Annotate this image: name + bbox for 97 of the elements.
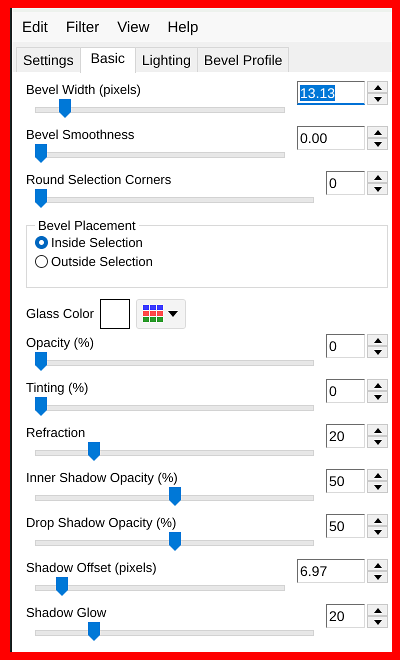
spin-down-button[interactable] [367,526,388,538]
up-arrow-icon [374,608,382,612]
slider-thumb[interactable] [35,352,47,371]
radio-label: Outside Selection [51,254,153,269]
menu-item[interactable]: Edit [22,18,48,36]
number-field[interactable]: 50 [326,514,365,538]
palette-dropdown[interactable] [136,299,186,329]
up-arrow-icon [374,382,382,388]
spin-down-button[interactable] [367,138,388,150]
slider-label: Inner Shadow Opacity (%) [26,469,179,487]
slider-label: Tinting (%) [26,379,90,397]
slider-thumb[interactable] [56,577,68,596]
slider-thumb[interactable] [35,189,47,208]
up-arrow-icon [374,472,382,478]
number-field[interactable]: 50 [326,469,365,493]
down-arrow-icon [374,530,382,534]
number-field[interactable]: 20 [326,424,365,448]
up-arrow-icon [374,174,382,180]
slider-label: Shadow Glow [26,604,108,622]
down-arrow-icon [374,394,382,400]
tab[interactable]: Bevel Profile [196,47,290,72]
group-title: Bevel Placement [37,218,137,233]
color-grid-icon [143,305,164,323]
spin-up-button[interactable] [367,379,388,391]
slider-thumb[interactable] [35,397,47,416]
spin-down-button[interactable] [367,616,388,628]
spin-down-button[interactable] [367,346,388,358]
up-arrow-icon [374,84,382,90]
up-arrow-icon [374,518,382,522]
slider-track[interactable] [35,360,314,366]
number-field[interactable]: 13.13 [297,81,365,105]
slider-track[interactable] [35,540,314,546]
tab[interactable]: Basic [80,47,136,73]
slider-label: Opacity (%) [26,334,95,352]
spin-down-button[interactable] [367,481,388,493]
radio-button[interactable] [35,236,48,249]
color-label: Glass Color [26,305,94,323]
down-arrow-icon [374,142,382,146]
up-arrow-icon [374,338,382,342]
slider-track[interactable] [35,495,314,501]
menu-item[interactable]: View [117,18,150,36]
spin-up-button[interactable] [367,126,388,138]
slider-track[interactable] [35,450,314,456]
number-field[interactable]: 0.00 [297,126,365,150]
spin-down-button[interactable] [367,571,388,583]
slider-label: Refraction [26,424,86,442]
slider-track[interactable] [35,405,314,411]
tab[interactable]: Settings [16,47,81,72]
slider-thumb[interactable] [168,532,180,551]
spin-up-button[interactable] [367,469,388,481]
slider-track[interactable] [35,630,314,636]
spin-up-button[interactable] [367,334,388,346]
spin-up-button[interactable] [367,81,388,93]
down-arrow-icon [374,350,382,354]
number-field[interactable]: 20 [326,604,365,628]
slider-track[interactable] [35,107,285,113]
spin-up-button[interactable] [367,604,388,616]
up-arrow-icon [374,130,382,134]
up-arrow-icon [374,428,382,432]
spin-down-button[interactable] [367,93,388,105]
down-arrow-icon [374,484,382,490]
radio-button[interactable] [35,255,48,268]
radio-label: Inside Selection [51,235,143,250]
down-arrow-icon [374,96,382,102]
color-swatch[interactable] [100,299,130,329]
slider-thumb[interactable] [88,442,100,461]
down-arrow-icon [374,440,382,444]
slider-label: Bevel Width (pixels) [26,81,142,99]
slider-label: Drop Shadow Opacity (%) [26,514,178,532]
slider-track[interactable] [35,152,285,158]
slider-label: Shadow Offset (pixels) [26,559,158,577]
number-field[interactable]: 0 [326,171,365,195]
slider-label: Bevel Smoothness [26,126,136,144]
slider-thumb[interactable] [35,144,47,163]
slider-label: Round Selection Corners [26,171,172,189]
slider-track[interactable] [35,197,314,203]
number-field[interactable]: 6.97 [297,559,365,583]
number-field[interactable]: 0 [326,379,365,403]
up-arrow-icon [374,562,382,568]
down-arrow-icon [374,574,382,580]
spin-up-button[interactable] [367,171,388,183]
menu-item[interactable]: Filter [66,18,100,36]
caret-icon [168,311,178,317]
spin-up-button[interactable] [367,514,388,526]
spin-down-button[interactable] [367,183,388,195]
slider-thumb[interactable] [58,99,71,118]
spin-up-button[interactable] [367,559,388,571]
spin-down-button[interactable] [367,436,388,448]
slider-thumb[interactable] [88,622,100,641]
spin-up-button[interactable] [367,424,388,436]
slider-thumb[interactable] [168,487,180,506]
menu-item[interactable]: Help [167,18,198,36]
spin-down-button[interactable] [367,391,388,403]
number-field[interactable]: 0 [326,334,365,358]
down-arrow-icon [374,620,382,624]
down-arrow-icon [374,186,382,192]
slider-track[interactable] [35,585,285,591]
